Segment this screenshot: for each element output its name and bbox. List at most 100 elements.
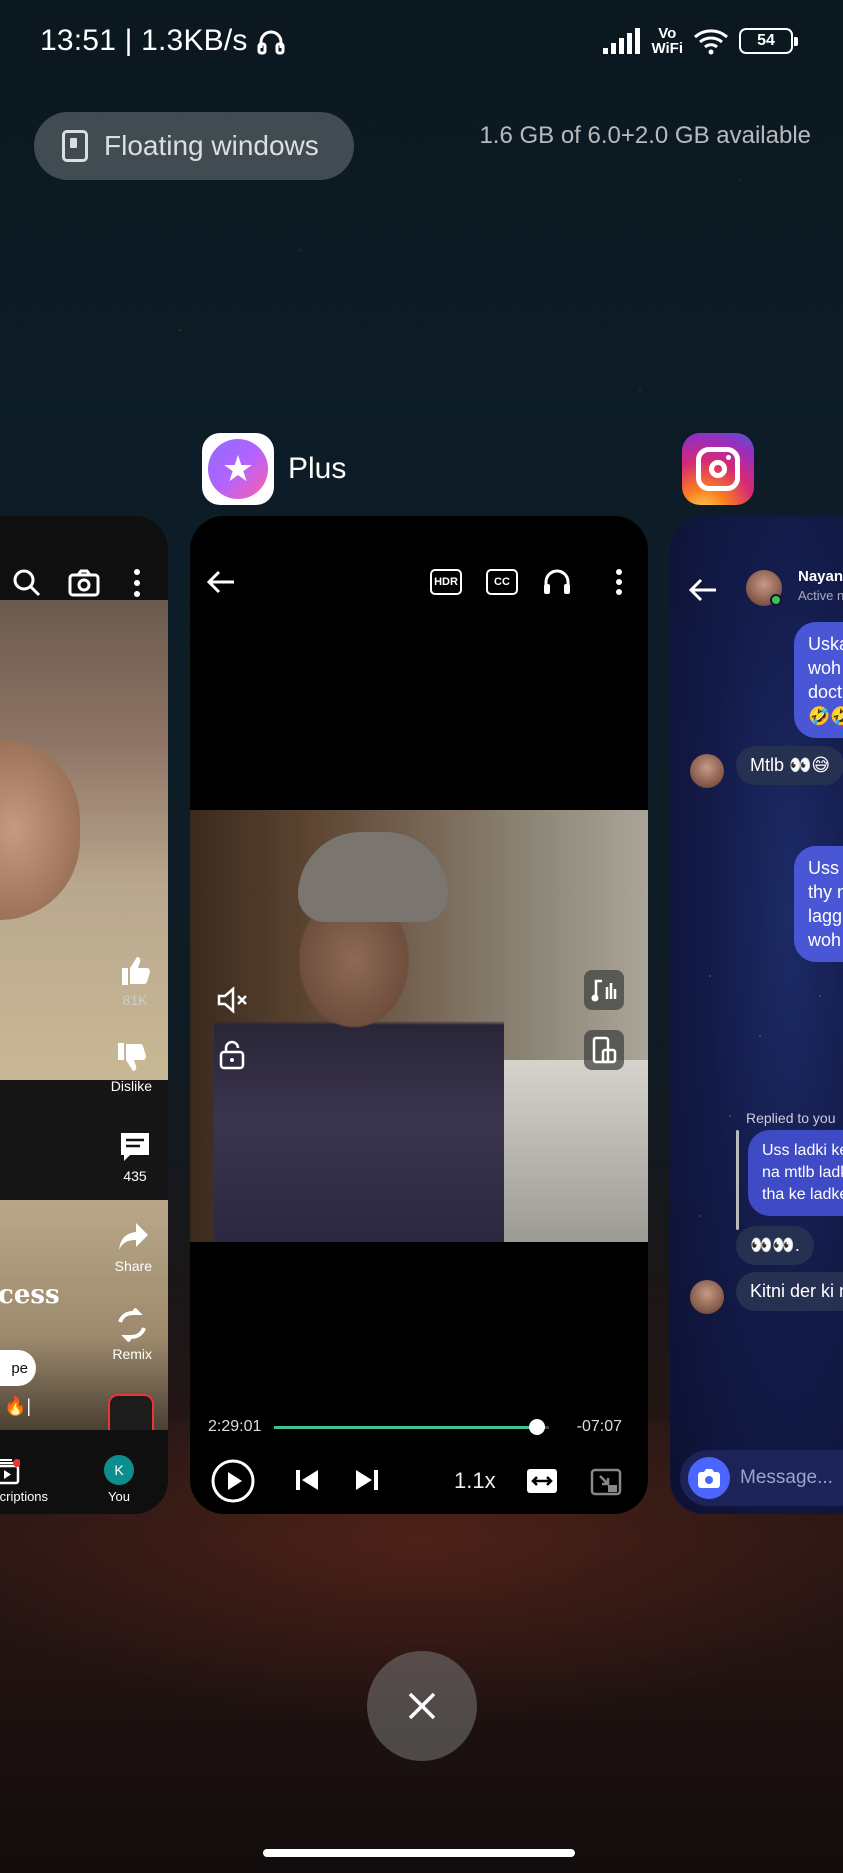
headphones-icon bbox=[257, 30, 285, 55]
back-arrow-icon[interactable] bbox=[688, 578, 718, 602]
quote-line: Uss ladki ke bbox=[762, 1142, 843, 1159]
video-scene-hair bbox=[298, 832, 448, 922]
quoted-message[interactable]: Uss ladki ke na mtlb ladk tha ke ladke bbox=[748, 1130, 843, 1216]
player-bottom-bar bbox=[190, 1454, 648, 1510]
message-bubble-received[interactable]: Kitni der ki n bbox=[736, 1272, 843, 1311]
vowifi-indicator: Vo WiFi bbox=[651, 26, 683, 56]
online-status-dot bbox=[770, 594, 782, 606]
share-label: Share bbox=[114, 1258, 152, 1274]
like-count: 81K bbox=[122, 992, 148, 1008]
lock-icon[interactable] bbox=[218, 1040, 246, 1070]
message-input[interactable]: Message... bbox=[740, 1467, 833, 1489]
vowifi-bottom: WiFi bbox=[651, 40, 683, 57]
nav-subscriptions[interactable]: Subscriptions bbox=[0, 1459, 48, 1504]
avatar: K bbox=[104, 1455, 134, 1485]
seek-bar-thumb[interactable] bbox=[528, 1419, 545, 1435]
recent-app-name: Plus bbox=[288, 452, 347, 485]
battery-indicator: 54 bbox=[739, 28, 798, 54]
quote-line: na mtlb ladk bbox=[762, 1164, 843, 1181]
status-bar-time: 13:51 | 1.3KB/s bbox=[40, 24, 286, 58]
headphones-icon[interactable] bbox=[542, 568, 572, 596]
playback-speed[interactable]: 1.1x bbox=[454, 1468, 496, 1494]
message-line: Uska bbox=[808, 634, 843, 654]
play-button[interactable] bbox=[210, 1458, 256, 1504]
subscriptions-icon bbox=[0, 1459, 20, 1485]
rotate-screen-icon bbox=[592, 1036, 617, 1064]
nav-subscriptions-label: Subscriptions bbox=[0, 1489, 49, 1504]
remix-button[interactable]: Remix bbox=[112, 1308, 152, 1362]
camera-button[interactable] bbox=[688, 1457, 730, 1499]
nav-you-label: You bbox=[108, 1489, 130, 1504]
youtube-bottom-nav: Subscriptions K You bbox=[0, 1430, 168, 1514]
message-bubble-sent[interactable]: Uss thy n lagg woh bbox=[794, 846, 843, 962]
wifi-icon bbox=[694, 29, 728, 55]
thumbs-up-icon bbox=[122, 957, 150, 985]
music-note-icon bbox=[591, 979, 617, 1002]
next-icon[interactable] bbox=[354, 1468, 380, 1492]
fire-emoji: 🔥| bbox=[4, 1396, 32, 1416]
plus-app-icon: ★ bbox=[202, 433, 274, 505]
seek-bar-progress bbox=[274, 1426, 537, 1429]
home-indicator[interactable] bbox=[263, 1849, 575, 1857]
like-button[interactable]: 81K bbox=[118, 954, 152, 1008]
message-line: Uss bbox=[808, 858, 839, 878]
recent-app-label-plus[interactable]: ★ Plus bbox=[202, 433, 346, 505]
clock-and-netspeed: 13:51 | 1.3KB/s bbox=[40, 24, 248, 57]
vowifi-top: Vo bbox=[658, 25, 677, 42]
seek-bar[interactable] bbox=[274, 1426, 549, 1429]
remix-icon bbox=[118, 1308, 147, 1342]
previous-icon[interactable] bbox=[294, 1468, 320, 1492]
search-icon[interactable] bbox=[12, 568, 42, 598]
more-vert-icon[interactable] bbox=[614, 568, 624, 596]
message-line: doct bbox=[808, 682, 843, 702]
youtube-top-bar bbox=[0, 516, 168, 600]
message-bubble-received[interactable]: 👀👀. bbox=[736, 1226, 814, 1265]
clear-all-button[interactable] bbox=[367, 1651, 477, 1761]
share-icon bbox=[119, 1223, 149, 1250]
contact-avatar-small bbox=[690, 1280, 724, 1314]
message-bubble-sent[interactable]: Uska woh doct 🤣🤣 bbox=[794, 622, 843, 738]
picture-in-picture-icon[interactable] bbox=[590, 1468, 622, 1496]
caption-fragment: cess bbox=[0, 1280, 60, 1310]
message-line: woh bbox=[808, 658, 842, 678]
back-arrow-icon[interactable] bbox=[206, 569, 236, 595]
subscribe-pill-fragment[interactable]: pe bbox=[0, 1350, 36, 1386]
closed-captions-icon[interactable]: CC bbox=[486, 569, 518, 595]
message-composer[interactable]: Message... bbox=[680, 1450, 843, 1506]
message-line: lagg bbox=[808, 906, 843, 926]
recent-card-instagram[interactable]: Nayan Active n Uska woh doct 🤣🤣 Mtlb 👀😅 … bbox=[670, 516, 843, 1514]
floating-windows-button[interactable]: Floating windows bbox=[34, 112, 354, 180]
screen-rotate-button[interactable] bbox=[584, 1030, 624, 1070]
camera-icon[interactable] bbox=[68, 568, 100, 598]
reply-quote-bar bbox=[736, 1130, 739, 1230]
contact-name[interactable]: Nayan bbox=[798, 568, 843, 585]
message-line: woh bbox=[808, 930, 842, 950]
more-vert-icon[interactable] bbox=[132, 568, 142, 598]
video-thumbnail-subject bbox=[0, 740, 80, 920]
recent-card-player[interactable]: HDR CC 2:29:01 -07:07 1.1x bbox=[190, 516, 648, 1514]
aspect-ratio-icon[interactable] bbox=[526, 1468, 558, 1494]
star-icon: ★ bbox=[208, 439, 268, 499]
comments-button[interactable]: 435 bbox=[118, 1130, 152, 1184]
thumbs-down-icon bbox=[118, 1043, 147, 1071]
recent-card-youtube[interactable]: cess pe 🔥| 81K Dislike 435 Share Remix S… bbox=[0, 516, 168, 1514]
message-line: 🤣🤣 bbox=[808, 706, 843, 726]
audio-only-button[interactable] bbox=[584, 970, 624, 1010]
youtube-short-video[interactable] bbox=[0, 600, 168, 1080]
mute-icon[interactable] bbox=[216, 986, 248, 1014]
instagram-icon bbox=[682, 433, 754, 505]
dislike-button[interactable]: Dislike bbox=[111, 1040, 152, 1094]
status-bar-indicators: Vo WiFi 54 bbox=[603, 26, 798, 56]
comment-count: 435 bbox=[123, 1168, 147, 1184]
message-bubble-received[interactable]: Mtlb 👀😅 bbox=[736, 746, 843, 785]
floating-windows-label: Floating windows bbox=[104, 130, 319, 161]
signal-icon bbox=[603, 28, 641, 54]
memory-info: 1.6 GB of 6.0+2.0 GB available bbox=[479, 122, 811, 149]
comment-icon bbox=[121, 1133, 149, 1161]
share-button[interactable]: Share bbox=[115, 1220, 152, 1274]
recent-app-label-instagram[interactable] bbox=[682, 433, 754, 505]
hdr-icon[interactable]: HDR bbox=[430, 569, 462, 595]
nav-you[interactable]: K You bbox=[104, 1455, 134, 1504]
quote-line: tha ke ladke bbox=[762, 1186, 843, 1203]
video-frame[interactable] bbox=[190, 810, 648, 1242]
